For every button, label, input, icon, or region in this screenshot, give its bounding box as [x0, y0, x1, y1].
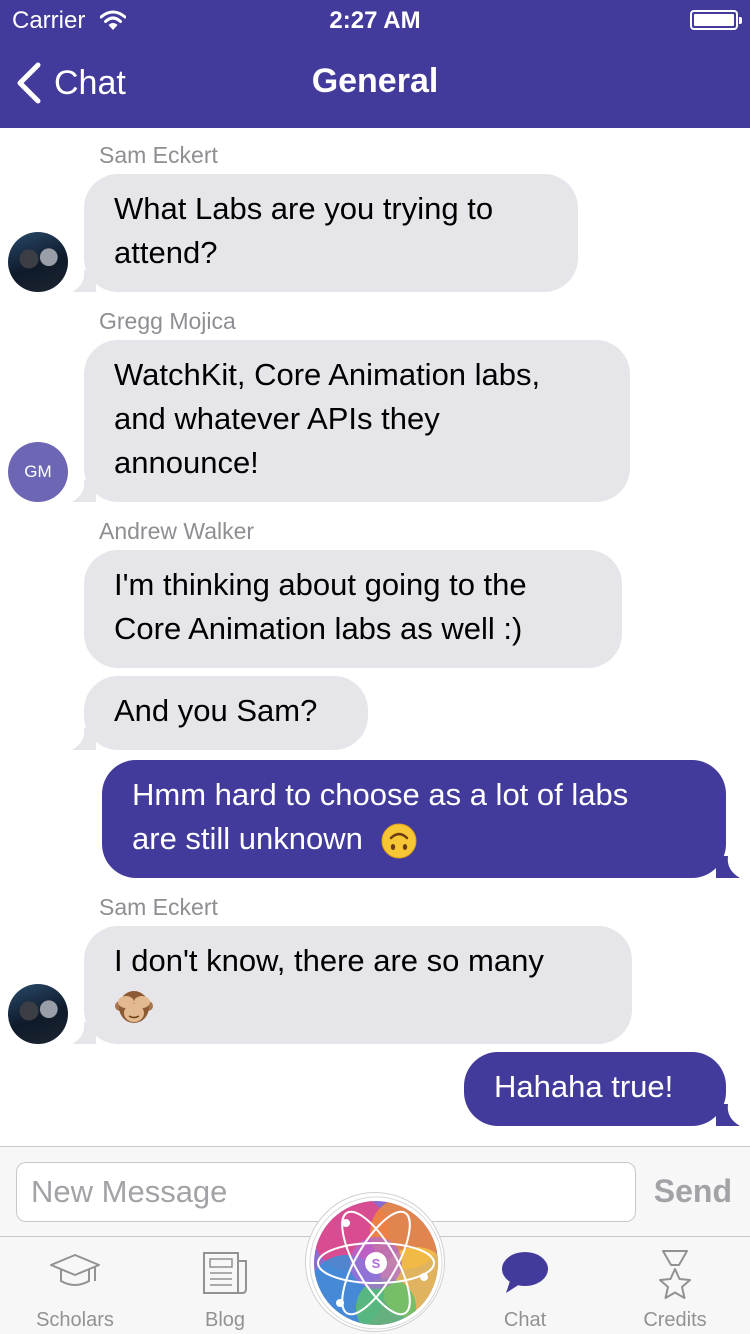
- message-line: And you Sam?: [114, 693, 318, 728]
- message-sender: Gregg Mojica: [99, 308, 236, 334]
- message-line: What Labs are you trying to: [114, 191, 494, 226]
- message-bubble-outgoing[interactable]: Hmm hard to choose as a lot of labs are …: [102, 760, 726, 878]
- atom-logo-icon: S: [309, 1196, 443, 1330]
- newspaper-icon: [203, 1252, 247, 1294]
- avatar[interactable]: [8, 232, 68, 292]
- message-sender: Sam Eckert: [99, 894, 218, 920]
- bubble-tail: [72, 480, 96, 502]
- tab-label: Credits: [643, 1309, 707, 1331]
- message-bubble-incoming[interactable]: WatchKit, Core Animation labs, and whate…: [84, 340, 630, 502]
- avatar-initials: GM: [24, 462, 52, 481]
- message-bubble-incoming[interactable]: And you Sam?: [84, 676, 368, 750]
- message-line: I'm thinking about going to the: [114, 567, 527, 602]
- upside-down-face-icon: [381, 823, 417, 859]
- message-line: and whatever APIs they: [114, 401, 440, 436]
- tab-blog[interactable]: Blog: [150, 1237, 300, 1334]
- bubble-tail: [72, 728, 96, 750]
- battery-icon: [690, 10, 742, 30]
- avatar[interactable]: [8, 984, 68, 1044]
- avatar[interactable]: GM: [8, 442, 68, 502]
- message-bubble-incoming[interactable]: What Labs are you trying to attend?: [84, 174, 578, 292]
- top-bar: Carrier 2:27 AM Chat General: [0, 0, 750, 128]
- message-line: Hahaha true!: [494, 1069, 674, 1104]
- message-sender: Sam Eckert: [99, 142, 218, 168]
- star-award-icon: [659, 1250, 691, 1299]
- bubble-tail: [72, 270, 96, 292]
- message-line: announce!: [114, 445, 259, 480]
- bubble-tail: [716, 1104, 740, 1126]
- chat-bubble-icon: [502, 1252, 548, 1293]
- message-line: WatchKit, Core Animation labs,: [114, 357, 541, 392]
- message-line: Hmm hard to choose as a lot of labs: [132, 777, 629, 812]
- center-logo-button[interactable]: S: [305, 1192, 445, 1332]
- bubble-tail: [72, 1022, 96, 1044]
- graduation-cap-icon: [50, 1254, 100, 1286]
- bubble-tail: [716, 856, 740, 878]
- see-no-evil-monkey-icon: [115, 990, 153, 1023]
- tab-label: Blog: [204, 1309, 246, 1331]
- message-list[interactable]: Sam Eckert What Labs are you trying to a…: [0, 128, 750, 1146]
- message-line: I don't know, there are so many: [114, 943, 544, 978]
- tab-label: Chat: [503, 1309, 547, 1331]
- status-time: 2:27 AM: [329, 7, 421, 34]
- message-sender: Andrew Walker: [99, 518, 255, 544]
- message-line: are still unknown: [132, 821, 363, 856]
- message-bubble-incoming[interactable]: I'm thinking about going to the Core Ani…: [84, 550, 622, 668]
- send-button[interactable]: Send: [654, 1173, 732, 1210]
- svg-text:S: S: [372, 1256, 381, 1271]
- tab-chat[interactable]: Chat: [450, 1237, 600, 1334]
- status-bar: Carrier 2:27 AM: [0, 0, 750, 40]
- message-line: attend?: [114, 235, 218, 270]
- page-title: General: [311, 62, 439, 100]
- message-line: Core Animation labs as well :): [114, 611, 523, 646]
- message-bubble-incoming[interactable]: I don't know, there are so many: [84, 926, 632, 1044]
- tab-label: Scholars: [36, 1309, 114, 1331]
- message-bubble-outgoing[interactable]: Hahaha true!: [464, 1052, 726, 1126]
- tab-scholars[interactable]: Scholars: [0, 1237, 150, 1334]
- tab-credits[interactable]: Credits: [600, 1237, 750, 1334]
